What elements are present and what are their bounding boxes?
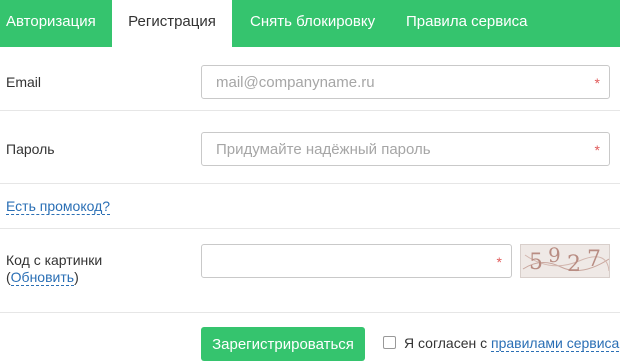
promo-row: Есть промокод? [6,198,111,215]
tab-register[interactable]: Регистрация [112,0,232,47]
paren-open: ( [6,269,11,285]
captcha-char: 5 [529,250,543,275]
agree-checkbox[interactable] [383,336,396,349]
required-mark: * [594,142,600,158]
email-field[interactable]: mail@companyname.ru * [201,65,610,99]
tab-auth[interactable]: Авторизация [0,0,108,47]
captcha-label: Код с картинки [6,252,103,268]
email-label: Email [6,74,42,90]
register-button[interactable]: Зарегистрироваться [201,327,365,361]
password-label: Пароль [6,141,55,157]
captcha-refresh-wrap: (Обновить) [6,269,102,286]
password-field[interactable]: Придумайте надёжный пароль * [201,132,610,166]
captcha-refresh-link[interactable]: Обновить [10,269,75,286]
tab-rules[interactable]: Правила сервиса [406,0,527,47]
email-placeholder: mail@companyname.ru [216,74,375,91]
divider [0,228,620,229]
agree-text: Я согласен с [404,335,491,351]
divider [0,312,620,313]
captcha-input[interactable]: * [201,244,512,278]
tab-unlock[interactable]: Снять блокировку [250,0,375,47]
captcha-char: 2 [567,252,581,277]
promo-code-link[interactable]: Есть промокод? [6,198,111,215]
captcha-char: 9 [548,244,561,267]
password-placeholder: Придумайте надёжный пароль [216,141,431,158]
captcha-char: 7 [587,247,601,272]
tab-bar: Авторизация Регистрация Снять блокировку… [0,0,620,47]
agree-label: Я согласен с правилами сервиса [404,335,620,352]
required-mark: * [496,254,502,270]
captcha-image: 5 9 2 7 [520,244,610,278]
paren-close: ) [74,269,79,285]
captcha-label-block: Код с картинки (Обновить) [6,252,102,286]
divider [0,183,620,184]
divider [0,110,620,111]
required-mark: * [594,75,600,91]
rules-link[interactable]: правилами сервиса [491,335,620,352]
